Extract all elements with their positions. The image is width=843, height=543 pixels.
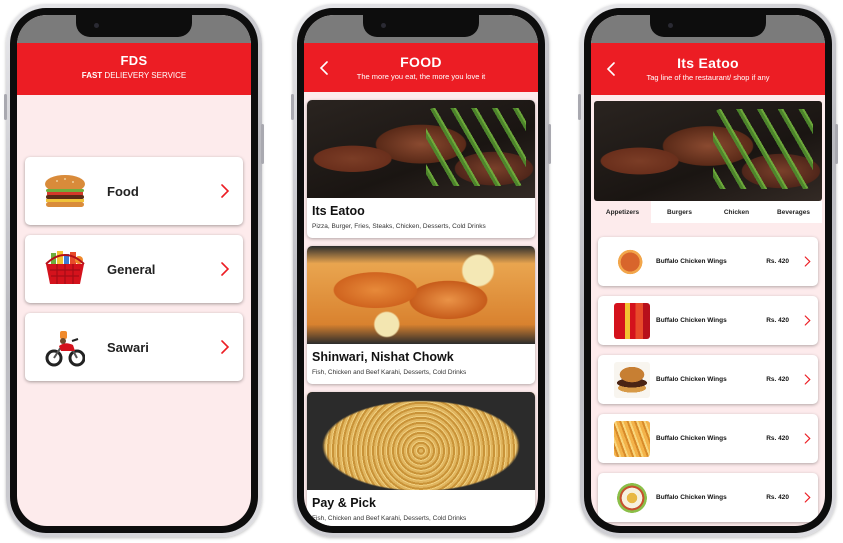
restaurant-card[interactable]: Shinwari, Nishat Chowk Fish, Chicken and…	[307, 246, 535, 384]
restaurant-card[interactable]: Pay & Pick Fish, Chicken and Beef Karahi…	[307, 392, 535, 526]
volume-button	[291, 94, 294, 120]
phone-food: FOOD The more you eat, the more you love…	[291, 4, 551, 537]
burger-icon	[41, 167, 89, 215]
notch	[650, 15, 766, 37]
menu-item[interactable]: Buffalo Chicken Wings Rs. 420	[598, 237, 818, 286]
restaurant-name: Its Eatoo	[312, 204, 365, 218]
item-thumbnail	[614, 302, 650, 339]
chevron-right-icon	[804, 492, 811, 503]
item-thumbnail	[614, 420, 650, 457]
chevron-right-icon	[804, 256, 811, 267]
category-list: Food General Sawari	[17, 95, 251, 381]
home-screen: FDS FAST DELIEVERY SERVICE Food General …	[17, 15, 251, 526]
restaurant-tags: Fish, Chicken and Beef Karahi, Desserts,…	[312, 515, 467, 522]
item-name: Buffalo Chicken Wings	[656, 376, 727, 383]
category-sawari[interactable]: Sawari	[25, 313, 243, 381]
category-food[interactable]: Food	[25, 157, 243, 225]
restaurant-tags: Fish, Chicken and Beef Karahi, Desserts,…	[312, 369, 467, 376]
item-price: Rs. 420	[766, 376, 789, 383]
restaurant-header: Its Eatoo Tag line of the restaurant/ sh…	[591, 43, 825, 95]
page-title: Its Eatoo	[677, 55, 739, 71]
item-name: Buffalo Chicken Wings	[656, 435, 727, 442]
menu-item[interactable]: Buffalo Chicken Wings Rs. 420	[598, 355, 818, 404]
restaurant-image	[307, 100, 535, 198]
notch	[363, 15, 479, 37]
restaurant-list: Its Eatoo Pizza, Burger, Fries, Steaks, …	[304, 92, 538, 526]
power-button	[835, 124, 838, 164]
item-price: Rs. 420	[766, 435, 789, 442]
restaurant-image	[307, 246, 535, 344]
page-subtitle: Tag line of the restaurant/ shop if any	[646, 73, 770, 82]
restaurant-tags: Pizza, Burger, Fries, Steaks, Chicken, D…	[312, 223, 486, 230]
motorbike-icon	[41, 323, 89, 371]
menu-item[interactable]: Buffalo Chicken Wings Rs. 420	[598, 473, 818, 522]
page-title: FOOD	[400, 54, 442, 70]
restaurant-hero-image	[594, 101, 822, 201]
category-label: Sawari	[107, 339, 149, 355]
item-price: Rs. 420	[766, 494, 789, 501]
item-thumbnail	[614, 479, 650, 516]
chevron-right-icon	[221, 184, 230, 198]
camera-icon	[94, 23, 99, 28]
menu-item[interactable]: Buffalo Chicken Wings Rs. 420	[598, 414, 818, 463]
power-button	[261, 124, 264, 164]
chevron-right-icon	[804, 315, 811, 326]
camera-icon	[668, 23, 673, 28]
notch	[76, 15, 192, 37]
restaurant-card[interactable]: Its Eatoo Pizza, Burger, Fries, Steaks, …	[307, 100, 535, 238]
volume-button	[4, 94, 7, 120]
grocery-basket-icon	[41, 245, 89, 293]
app-subtitle: FAST DELIEVERY SERVICE	[81, 71, 187, 80]
phone-restaurant: Its Eatoo Tag line of the restaurant/ sh…	[578, 4, 838, 537]
camera-icon	[381, 23, 386, 28]
chevron-right-icon	[221, 262, 230, 276]
back-arrow-icon[interactable]	[605, 62, 619, 76]
tab-appetizers[interactable]: Appetizers	[594, 201, 651, 223]
item-thumbnail	[614, 361, 650, 398]
tab-burgers[interactable]: Burgers	[651, 201, 708, 223]
item-price: Rs. 420	[766, 258, 789, 265]
food-header: FOOD The more you eat, the more you love…	[304, 43, 538, 92]
power-button	[548, 124, 551, 164]
home-header: FDS FAST DELIEVERY SERVICE	[17, 43, 251, 95]
volume-button	[578, 94, 581, 120]
food-screen: FOOD The more you eat, the more you love…	[304, 15, 538, 526]
category-label: General	[107, 261, 156, 277]
mockup-stage: FDS FAST DELIEVERY SERVICE Food General …	[0, 0, 843, 543]
item-name: Buffalo Chicken Wings	[656, 317, 727, 324]
item-thumbnail	[614, 243, 650, 280]
phone-home: FDS FAST DELIEVERY SERVICE Food General …	[4, 4, 264, 537]
item-name: Buffalo Chicken Wings	[656, 494, 727, 501]
menu-item[interactable]: Buffalo Chicken Wings Rs. 420	[598, 296, 818, 345]
chevron-right-icon	[221, 340, 230, 354]
restaurant-image	[307, 392, 535, 490]
restaurant-name: Pay & Pick	[312, 496, 376, 510]
category-general[interactable]: General	[25, 235, 243, 303]
page-subtitle: The more you eat, the more you love it	[356, 72, 486, 81]
chevron-right-icon	[804, 433, 811, 444]
item-name: Buffalo Chicken Wings	[656, 258, 727, 265]
tab-chicken[interactable]: Chicken	[708, 201, 765, 223]
category-tabs: Appetizers Burgers Chicken Beverages	[594, 201, 822, 223]
item-price: Rs. 420	[766, 317, 789, 324]
back-arrow-icon[interactable]	[318, 60, 332, 75]
category-label: Food	[107, 183, 139, 199]
chevron-right-icon	[804, 374, 811, 385]
menu-list: Buffalo Chicken Wings Rs. 420 Buffalo Ch…	[591, 223, 825, 522]
restaurant-screen: Its Eatoo Tag line of the restaurant/ sh…	[591, 15, 825, 526]
app-title: FDS	[120, 53, 148, 68]
tab-beverages[interactable]: Beverages	[765, 201, 822, 223]
restaurant-name: Shinwari, Nishat Chowk	[312, 350, 454, 364]
